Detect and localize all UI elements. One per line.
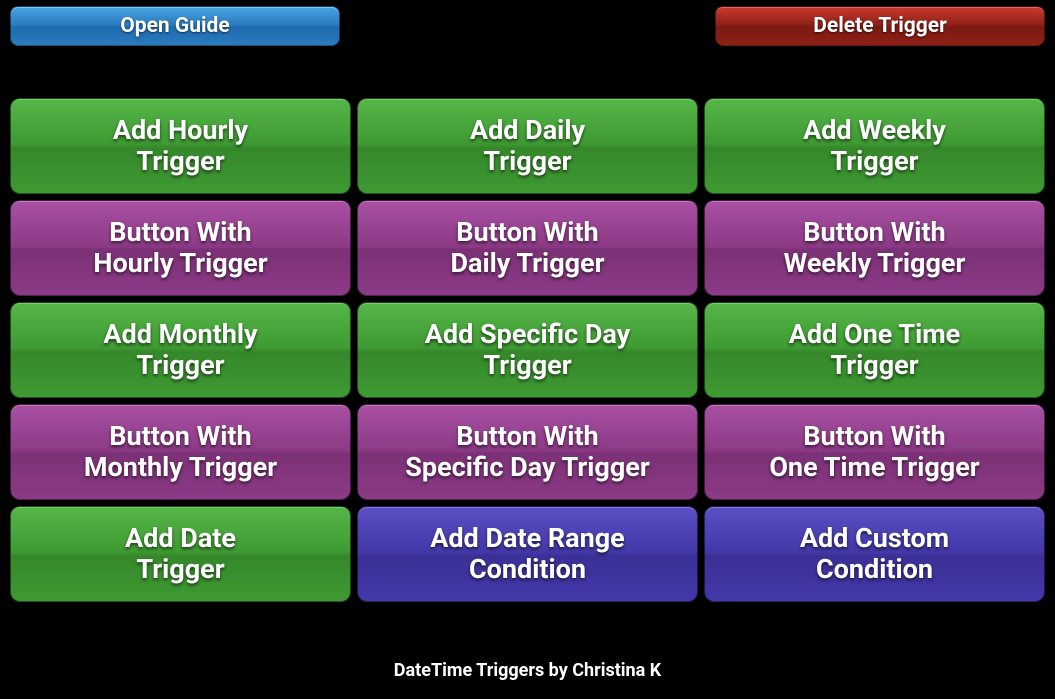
add-date-trigger-button[interactable]: Add Date Trigger (10, 506, 351, 602)
add-monthly-trigger-button[interactable]: Add Monthly Trigger (10, 302, 351, 398)
footer-credit: DateTime Triggers by Christina K (0, 660, 1055, 681)
trigger-button-grid: Add Hourly TriggerAdd Daily TriggerAdd W… (0, 98, 1055, 602)
button-with-specific-day-trigger-button[interactable]: Button With Specific Day Trigger (357, 404, 698, 500)
add-weekly-trigger-button[interactable]: Add Weekly Trigger (704, 98, 1045, 194)
add-one-time-trigger-button[interactable]: Add One Time Trigger (704, 302, 1045, 398)
button-with-daily-trigger-button[interactable]: Button With Daily Trigger (357, 200, 698, 296)
add-date-range-condition-button[interactable]: Add Date Range Condition (357, 506, 698, 602)
button-with-hourly-trigger-button[interactable]: Button With Hourly Trigger (10, 200, 351, 296)
top-toolbar: Open Guide Delete Trigger (0, 0, 1055, 46)
add-custom-condition-button[interactable]: Add Custom Condition (704, 506, 1045, 602)
button-with-weekly-trigger-button[interactable]: Button With Weekly Trigger (704, 200, 1045, 296)
button-with-monthly-trigger-button[interactable]: Button With Monthly Trigger (10, 404, 351, 500)
add-daily-trigger-button[interactable]: Add Daily Trigger (357, 98, 698, 194)
button-with-one-time-trigger-button[interactable]: Button With One Time Trigger (704, 404, 1045, 500)
add-hourly-trigger-button[interactable]: Add Hourly Trigger (10, 98, 351, 194)
open-guide-button[interactable]: Open Guide (10, 6, 340, 46)
add-specific-day-trigger-button[interactable]: Add Specific Day Trigger (357, 302, 698, 398)
delete-trigger-button[interactable]: Delete Trigger (715, 6, 1045, 46)
